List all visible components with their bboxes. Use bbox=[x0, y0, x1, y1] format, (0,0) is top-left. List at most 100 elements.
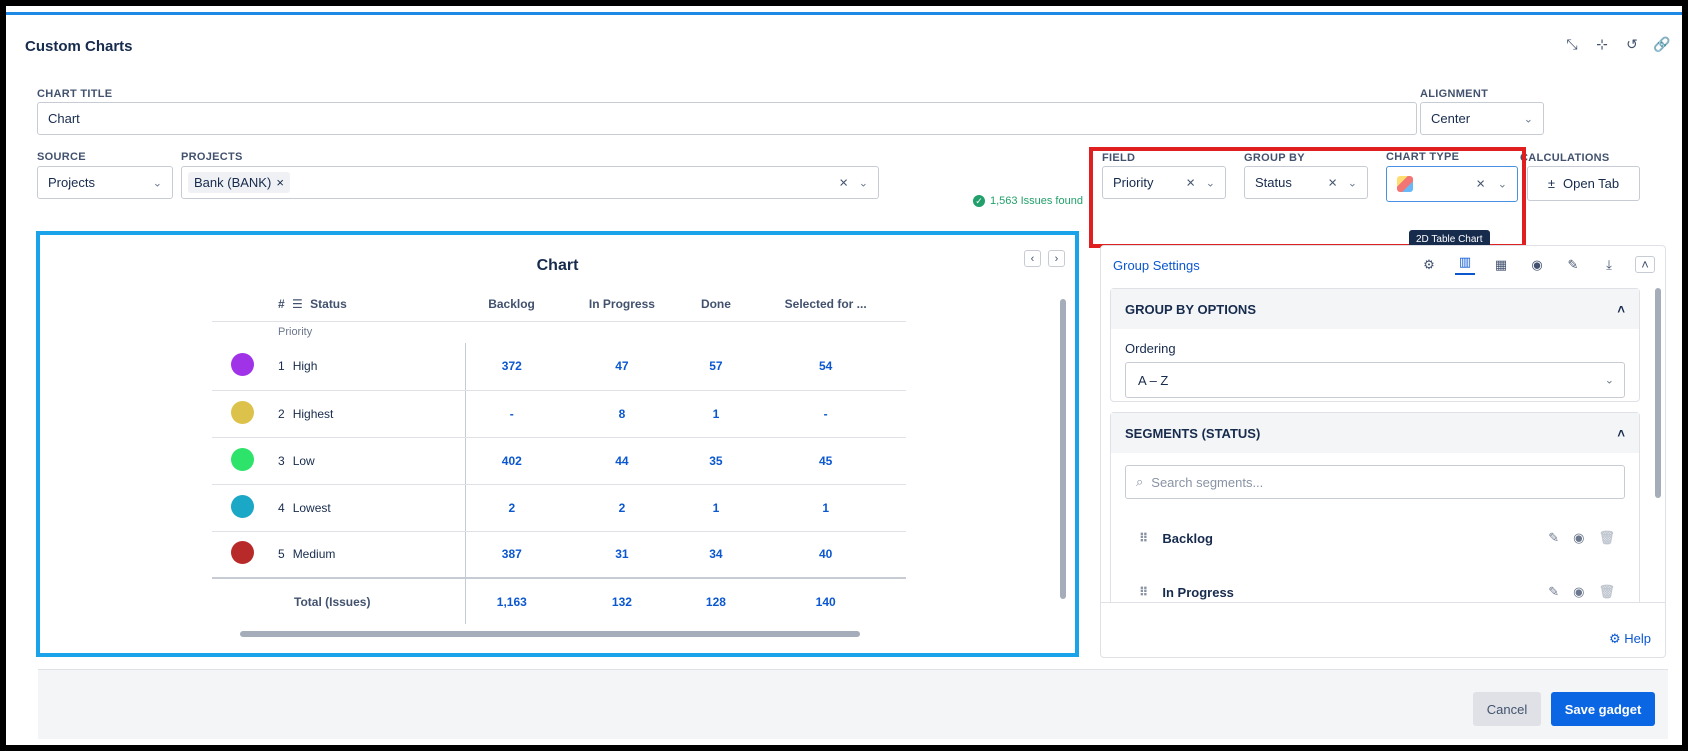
dialog-footer: Cancel Save gadget bbox=[38, 669, 1668, 739]
cell[interactable]: 57 bbox=[686, 343, 746, 391]
cell[interactable]: 1 bbox=[686, 390, 746, 438]
cell[interactable]: 47 bbox=[557, 343, 687, 391]
group-settings-title[interactable]: Group Settings bbox=[1113, 258, 1200, 273]
cell[interactable]: 2 bbox=[465, 484, 558, 532]
check-icon: ✓ bbox=[973, 195, 985, 207]
minimize-icon[interactable]: ⊹ bbox=[1594, 36, 1610, 52]
source-label: SOURCE bbox=[37, 151, 86, 163]
ordering-value: A – Z bbox=[1138, 372, 1169, 388]
drag-handle-icon[interactable]: ⠿ bbox=[1139, 585, 1148, 599]
header-spacer bbox=[212, 287, 272, 322]
group-by-options-section: GROUP BY OPTIONS ˄ Ordering A – Z ⌄ bbox=[1110, 288, 1640, 402]
total-cell[interactable]: 128 bbox=[686, 577, 746, 624]
chevron-up-icon: ˄ bbox=[1617, 301, 1625, 317]
drag-handle-icon[interactable]: ⠿ bbox=[1139, 531, 1148, 545]
custom-charts-dialog: Custom Charts ⤡ ⊹ ↺ 🔗 CHART TITLE ALIGNM… bbox=[6, 6, 1682, 745]
source-select[interactable]: Projects ⌄ bbox=[37, 166, 173, 199]
help-link[interactable]: ⚙ Help bbox=[1609, 631, 1651, 647]
cancel-button[interactable]: Cancel bbox=[1473, 692, 1541, 726]
cell[interactable]: 8 bbox=[557, 390, 687, 438]
header-backlog[interactable]: Backlog bbox=[465, 287, 558, 322]
trash-icon[interactable]: 🗑 bbox=[1598, 584, 1615, 600]
segments-section: SEGMENTS (STATUS) ˄ ⌕ Search segments...… bbox=[1110, 412, 1640, 602]
project-tag: Bank (BANK) × bbox=[188, 172, 290, 193]
table-row: 2 Highest - 8 1 - bbox=[212, 390, 906, 438]
cell[interactable]: 31 bbox=[557, 531, 687, 579]
edit-icon[interactable]: ✎ bbox=[1548, 530, 1559, 546]
table-row: 3 Low 402 44 35 45 bbox=[212, 437, 906, 485]
row-label: 5 Medium bbox=[272, 531, 466, 579]
cell[interactable]: 40 bbox=[745, 531, 906, 579]
header-status[interactable]: # ☰ Status bbox=[272, 287, 466, 322]
bar-chart-icon[interactable]: ▥ bbox=[1455, 254, 1475, 275]
open-tab-button[interactable]: ± Open Tab bbox=[1527, 166, 1640, 201]
search-placeholder: Search segments... bbox=[1151, 474, 1264, 490]
horizontal-scrollbar[interactable] bbox=[226, 629, 906, 637]
cell[interactable]: 402 bbox=[465, 437, 558, 485]
plus-minus-icon: ± bbox=[1547, 176, 1555, 191]
chevron-left-icon[interactable]: ‹ bbox=[1024, 250, 1041, 267]
cell[interactable]: 2 bbox=[557, 484, 687, 532]
segment-item[interactable]: ⠿ In Progress ✎ ◉ 🗑 bbox=[1111, 565, 1639, 619]
eye-icon[interactable]: ◉ bbox=[1527, 257, 1547, 273]
save-gadget-button[interactable]: Save gadget bbox=[1551, 692, 1655, 726]
priority-dot bbox=[212, 484, 272, 532]
settings-icon[interactable]: ⚙ bbox=[1419, 257, 1439, 273]
ordering-select[interactable]: A – Z ⌄ bbox=[1125, 362, 1625, 398]
projects-select[interactable]: Bank (BANK) × × ⌄ bbox=[181, 166, 879, 199]
eye-icon[interactable]: ◉ bbox=[1573, 584, 1584, 600]
total-cell[interactable]: 132 bbox=[557, 577, 687, 624]
group-by-options-header[interactable]: GROUP BY OPTIONS ˄ bbox=[1111, 289, 1639, 329]
trash-icon[interactable]: 🗑 bbox=[1598, 530, 1615, 546]
alignment-select[interactable]: Center ⌄ bbox=[1420, 102, 1544, 135]
cell[interactable]: 1 bbox=[686, 484, 746, 532]
header-done[interactable]: Done bbox=[686, 287, 746, 322]
segments-header[interactable]: SEGMENTS (STATUS) ˄ bbox=[1111, 413, 1639, 453]
total-cell[interactable]: 140 bbox=[745, 577, 906, 624]
gear-icon: ⚙ bbox=[1608, 631, 1621, 646]
chevron-up-icon[interactable]: ˄ bbox=[1635, 256, 1655, 273]
cell[interactable]: 1 bbox=[745, 484, 906, 532]
priority-color bbox=[230, 353, 254, 377]
row-label: 3 Low bbox=[272, 437, 466, 485]
link-icon[interactable]: 🔗 bbox=[1653, 36, 1670, 52]
cell[interactable]: 35 bbox=[686, 437, 746, 485]
chevron-right-icon[interactable]: › bbox=[1048, 250, 1065, 267]
scroll-thumb[interactable] bbox=[1060, 299, 1066, 599]
total-cell[interactable]: 1,163 bbox=[465, 577, 558, 624]
edit-icon[interactable]: ✎ bbox=[1563, 257, 1583, 273]
scroll-thumb[interactable] bbox=[1655, 288, 1661, 498]
header-in-progress[interactable]: In Progress bbox=[557, 287, 687, 322]
collapse-icon[interactable]: ⤡ bbox=[1564, 36, 1580, 52]
search-icon: ⌕ bbox=[1136, 474, 1144, 489]
chart-title-input[interactable] bbox=[37, 102, 1417, 135]
cell[interactable]: 372 bbox=[465, 343, 558, 391]
calculator-icon[interactable]: ▦ bbox=[1491, 257, 1511, 273]
segments-search[interactable]: ⌕ Search segments... bbox=[1125, 465, 1625, 499]
cell[interactable]: - bbox=[465, 390, 558, 438]
cell[interactable]: 34 bbox=[686, 531, 746, 579]
cell[interactable]: 54 bbox=[745, 343, 906, 391]
priority-color bbox=[230, 494, 254, 518]
remove-tag-icon[interactable]: × bbox=[276, 175, 284, 190]
download-icon[interactable]: ⤓ bbox=[1599, 257, 1619, 273]
cell[interactable]: 45 bbox=[745, 437, 906, 485]
edit-icon[interactable]: ✎ bbox=[1548, 584, 1559, 600]
priority-dot bbox=[212, 437, 272, 485]
cell[interactable]: - bbox=[745, 390, 906, 438]
priority-dot bbox=[212, 343, 272, 391]
refresh-icon[interactable]: ↺ bbox=[1624, 36, 1640, 52]
clear-icon[interactable]: × bbox=[839, 174, 848, 191]
priority-color bbox=[230, 447, 254, 471]
blank-cell bbox=[212, 321, 272, 343]
vertical-scrollbar[interactable] bbox=[1059, 287, 1067, 617]
segment-item[interactable]: ⠿ Backlog ✎ ◉ 🗑 bbox=[1111, 511, 1639, 565]
eye-icon[interactable]: ◉ bbox=[1573, 530, 1584, 546]
header-selected[interactable]: Selected for ... bbox=[745, 287, 906, 322]
segment-actions: ✎ ◉ 🗑 bbox=[1548, 530, 1615, 546]
project-tag-label: Bank (BANK) bbox=[194, 175, 272, 190]
cell[interactable]: 387 bbox=[465, 531, 558, 579]
cell[interactable]: 44 bbox=[557, 437, 687, 485]
scroll-thumb[interactable] bbox=[240, 631, 860, 637]
panel-scrollbar[interactable] bbox=[1655, 288, 1661, 598]
